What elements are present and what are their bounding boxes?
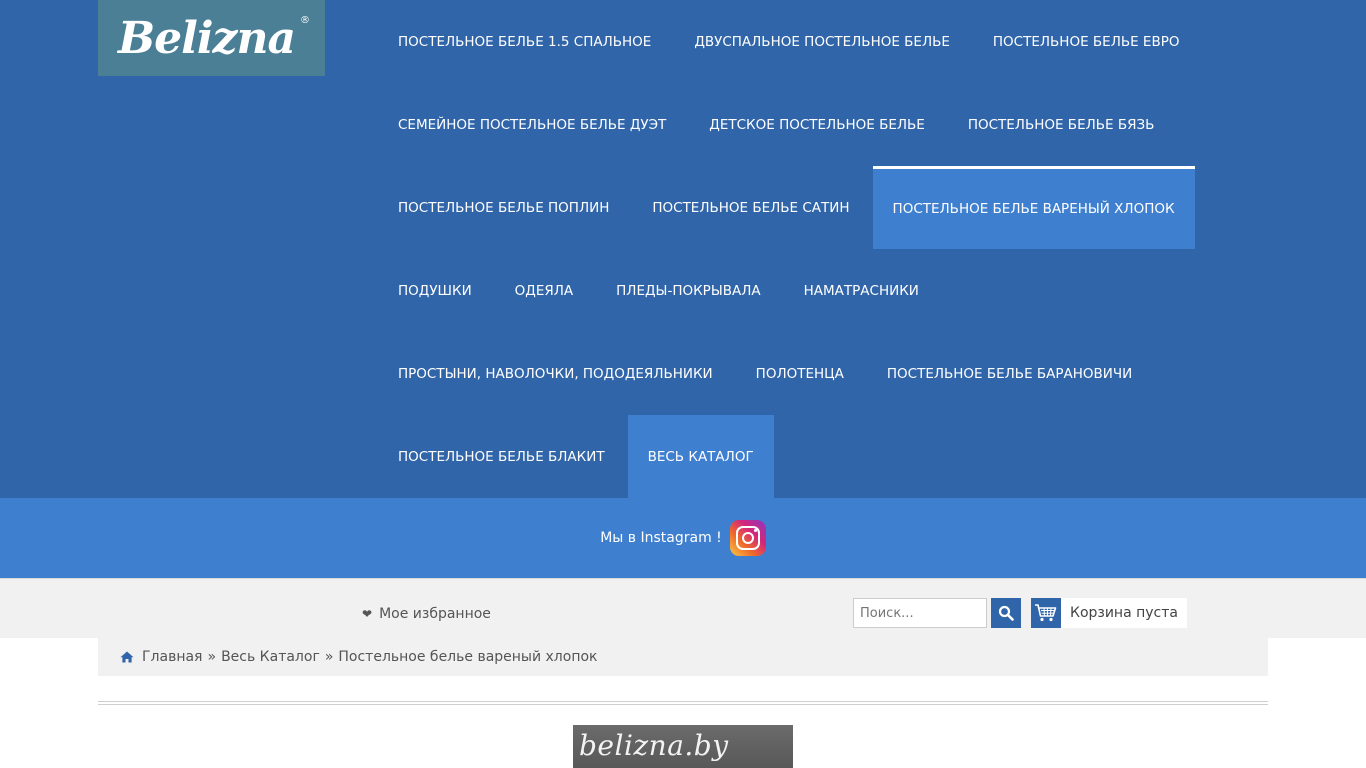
toolbar: ❤ Мое избранное Корзина пуста <box>0 578 1366 638</box>
nav-item-boiled-cotton-bedding[interactable]: Постельное белье вареный хлопок <box>872 166 1195 249</box>
search-icon <box>998 605 1014 621</box>
main-navigation: Постельное белье 1.5 спальное Двуспально… <box>378 0 1208 498</box>
nav-item-poplin-bedding[interactable]: Постельное белье поплин <box>378 166 629 249</box>
instagram-icon[interactable] <box>729 520 766 556</box>
category-banner-image[interactable]: belizna.by <box>573 725 793 768</box>
breadcrumb-separator: » <box>207 649 217 665</box>
banner-watermark: belizna.by <box>579 729 729 762</box>
nav-item-all-catalog[interactable]: Весь каталог <box>627 415 774 498</box>
nav-row: Постельное белье Блакит Весь каталог <box>378 415 1208 498</box>
instagram-banner: Мы в Instagram ! <box>0 498 1366 578</box>
nav-item-bedding-1-5[interactable]: Постельное белье 1.5 спальное <box>378 0 671 83</box>
cart-icon <box>1031 598 1061 628</box>
favorites-label: Мое избранное <box>379 606 491 622</box>
search-button[interactable] <box>991 598 1021 628</box>
cart-button[interactable]: Корзина пуста <box>1031 598 1187 628</box>
cart-status: Корзина пуста <box>1070 605 1178 621</box>
breadcrumb-home[interactable]: Главная <box>142 649 202 665</box>
nav-item-double-bedding[interactable]: Двуспальное постельное белье <box>674 0 970 83</box>
nav-item-family-duet[interactable]: Семейное постельное белье Дуэт <box>378 83 686 166</box>
breadcrumb-separator: » <box>324 649 334 665</box>
nav-row: Семейное постельное белье Дуэт Детское п… <box>378 83 1208 166</box>
nav-item-euro-bedding[interactable]: Постельное белье Евро <box>973 0 1200 83</box>
nav-item-throws[interactable]: Пледы-покрывала <box>596 249 780 332</box>
registered-mark: ® <box>300 14 310 26</box>
nav-row: Подушки Одеяла Пледы-покрывала Наматрасн… <box>378 249 1208 332</box>
site-header: Belizna ® Постельное белье 1.5 спальное Д… <box>0 0 1366 498</box>
nav-item-blakit-bedding[interactable]: Постельное белье Блакит <box>378 415 625 498</box>
nav-row: Постельное белье 1.5 спальное Двуспально… <box>378 0 1208 83</box>
nav-item-pillows[interactable]: Подушки <box>378 249 492 332</box>
divider <box>98 701 1268 702</box>
breadcrumb: Главная » Весь Каталог » Постельное бель… <box>98 638 1268 676</box>
breadcrumb-catalog[interactable]: Весь Каталог <box>221 649 320 665</box>
nav-item-satin-bedding[interactable]: Постельное белье сатин <box>632 166 869 249</box>
nav-item-kids-bedding[interactable]: Детское постельное белье <box>689 83 945 166</box>
site-logo[interactable]: Belizna ® <box>98 0 325 76</box>
nav-item-sheets-pillowcases[interactable]: Простыни, наволочки, пододеяльники <box>378 332 733 415</box>
nav-item-blankets[interactable]: Одеяла <box>495 249 593 332</box>
nav-item-mattress-toppers[interactable]: Наматрасники <box>784 249 939 332</box>
heart-icon: ❤ <box>362 607 373 621</box>
breadcrumb-current: Постельное белье вареный хлопок <box>338 649 598 665</box>
nav-row: Простыни, наволочки, пододеяльники Полот… <box>378 332 1208 415</box>
instagram-text: Мы в Instagram ! <box>600 530 722 546</box>
favorites-link[interactable]: ❤ Мое избранное <box>362 606 491 622</box>
nav-row: Постельное белье поплин Постельное белье… <box>378 166 1208 249</box>
nav-item-calico-bedding[interactable]: Постельное белье бязь <box>948 83 1175 166</box>
nav-item-towels[interactable]: Полотенца <box>736 332 864 415</box>
nav-item-baranovichi-bedding[interactable]: Постельное белье Барановичи <box>867 332 1152 415</box>
divider <box>98 704 1268 705</box>
search-input[interactable] <box>853 598 987 628</box>
logo-wordmark: Belizna ® <box>117 12 310 64</box>
home-icon[interactable] <box>120 651 134 663</box>
